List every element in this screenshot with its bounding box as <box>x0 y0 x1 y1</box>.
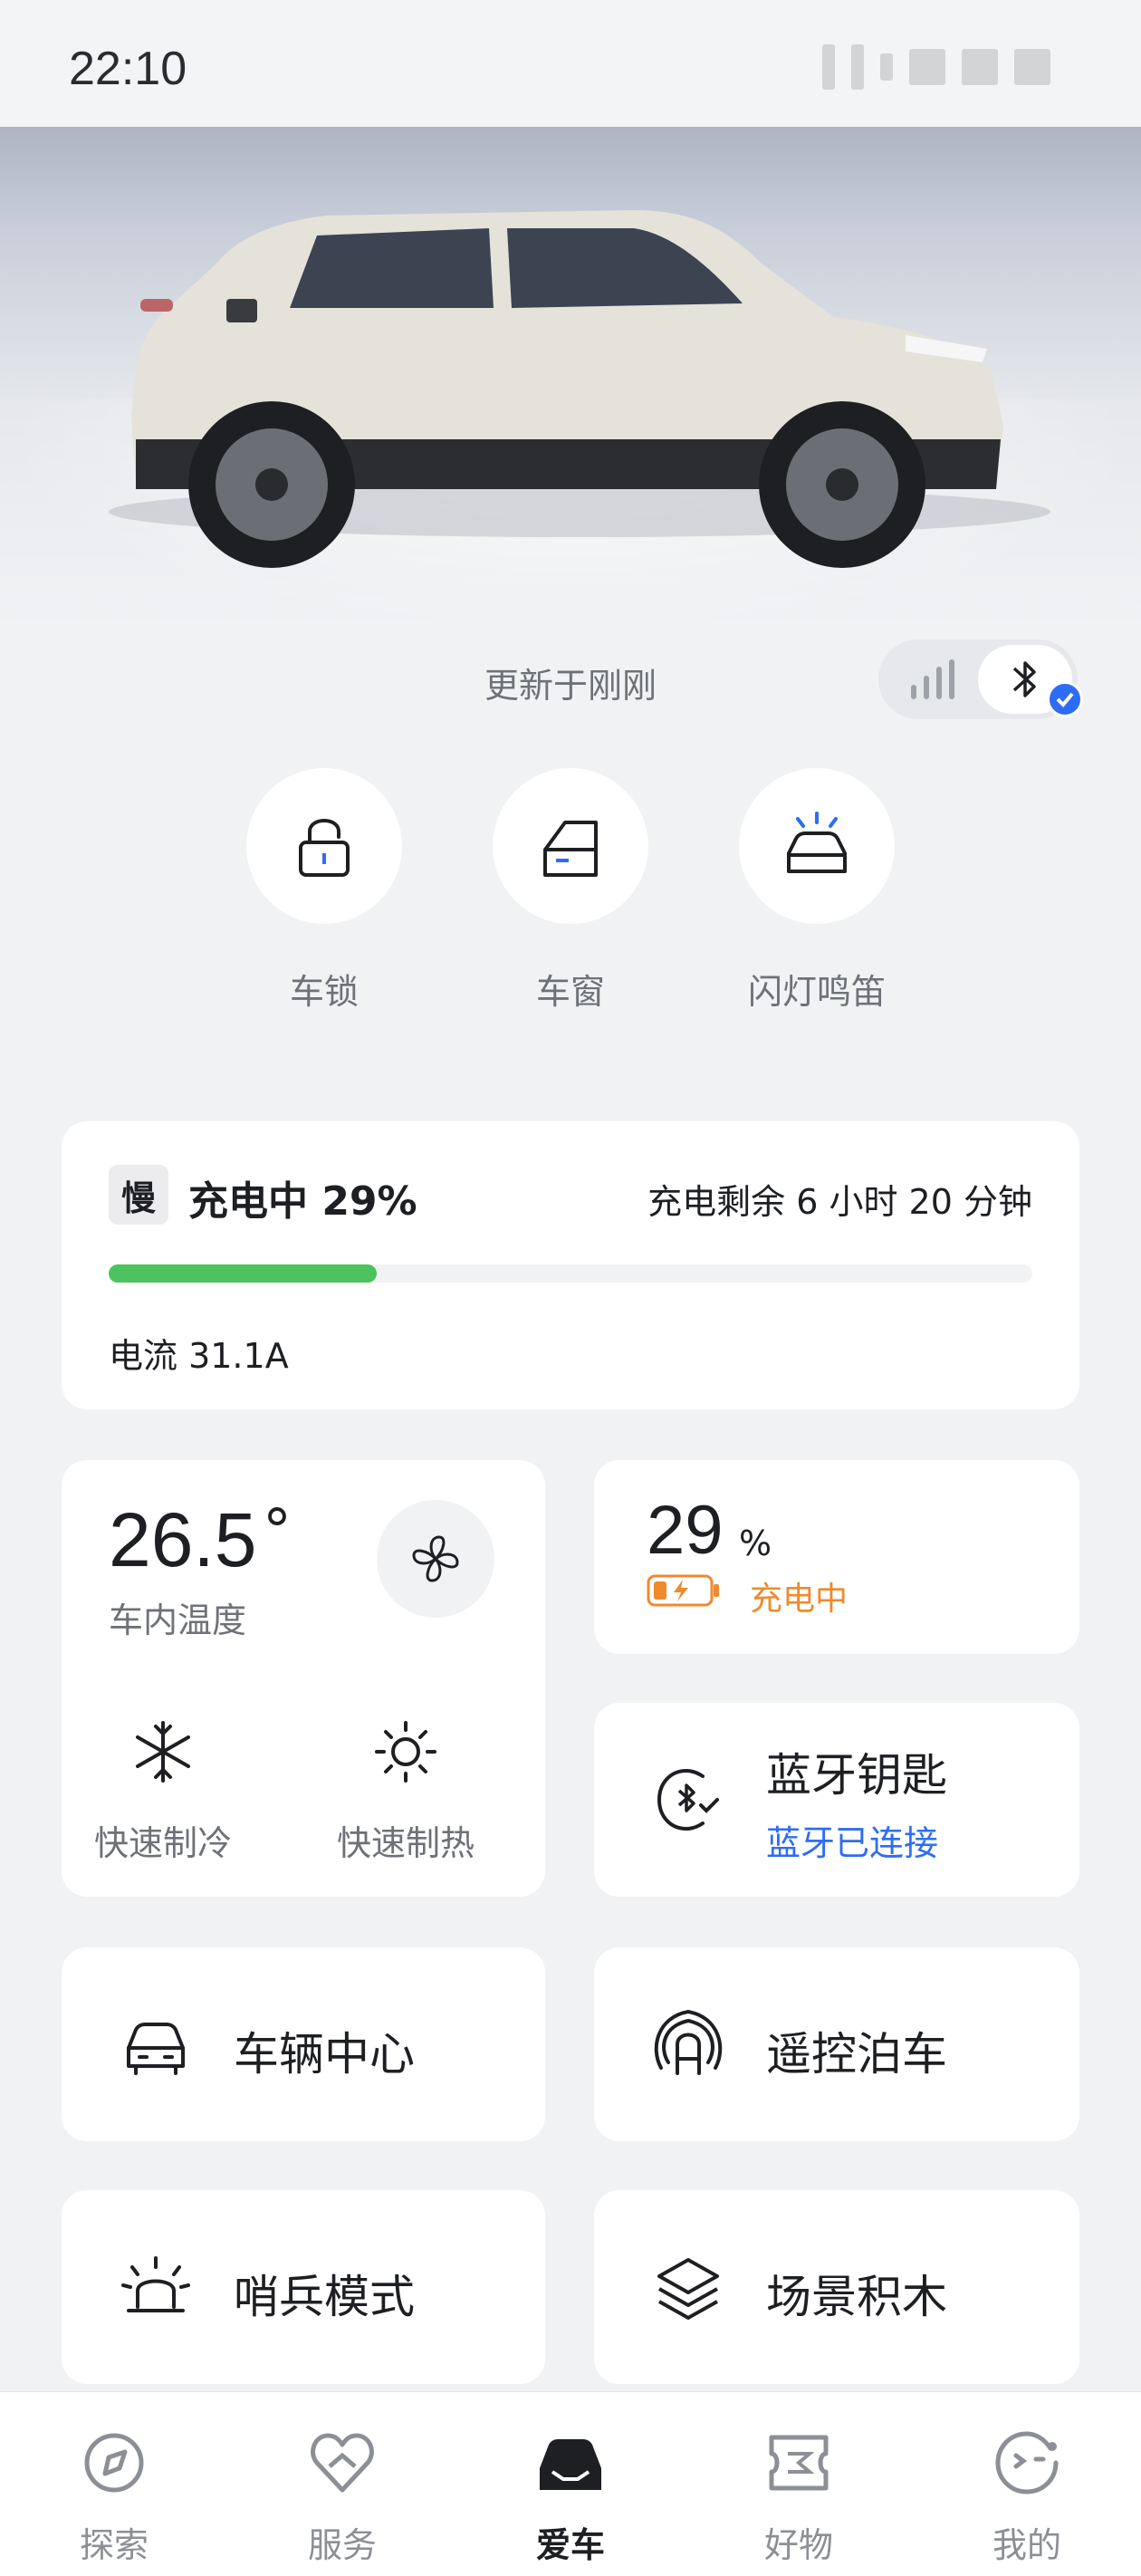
car-illustration <box>109 210 1050 568</box>
charging-remaining-time: 充电剩余 6 小时 20 分钟 <box>647 1182 1032 1222</box>
layers-icon <box>657 2258 719 2320</box>
battery-status: 充电中 <box>750 1581 849 1618</box>
profile-face-icon <box>995 2431 1059 2494</box>
fan-icon <box>412 1535 459 1582</box>
remote-parking-tile[interactable]: 遥控泊车 <box>594 1947 1079 2141</box>
bluetooth-key-title: 蓝牙钥匙 <box>766 1749 947 1802</box>
cabin-temperature-value: 26.5 <box>109 1497 257 1582</box>
signal-bars-icon <box>911 659 965 699</box>
slow-charge-badge: 慢 <box>109 1165 168 1225</box>
quick-action-flash-horn[interactable]: 闪灯鸣笛 <box>739 768 895 1014</box>
scene-blocks-tile[interactable]: 场景积木 <box>594 2190 1079 2384</box>
connection-toggle[interactable] <box>878 639 1083 719</box>
tab-service[interactable]: 服务 <box>270 2427 415 2567</box>
status-bar: 22:10 <box>0 0 1141 127</box>
tab-label: 服务 <box>307 2525 377 2565</box>
quick-action-window[interactable]: 车窗 <box>493 768 648 1014</box>
system-icons <box>761 43 1050 91</box>
tile-title: 车辆中心 <box>234 2028 415 2081</box>
tab-car[interactable]: 爱车 <box>498 2427 643 2567</box>
snowflake-icon <box>136 1721 190 1783</box>
explore-icon <box>84 2433 144 2493</box>
tab-label: 爱车 <box>535 2525 605 2565</box>
tab-explore[interactable]: 探索 <box>42 2427 187 2567</box>
degree-symbol: ° <box>263 1498 292 1565</box>
status-time: 22:10 <box>69 43 187 95</box>
bluetooth-key-card[interactable]: 蓝牙钥匙 蓝牙已连接 <box>594 1703 1079 1897</box>
tile-title: 哨兵模式 <box>234 2271 415 2323</box>
battery-percent-value: 29 <box>647 1492 724 1569</box>
tab-label: 探索 <box>79 2525 149 2565</box>
sentry-mode-tile[interactable]: 哨兵模式 <box>62 2190 545 2384</box>
tab-profile[interactable]: 我的 <box>954 2427 1099 2567</box>
mode-label: 快速制冷 <box>93 1823 232 1863</box>
charging-progress-bar <box>109 1264 1032 1283</box>
battery-charging-icon <box>647 1574 719 1607</box>
tab-label: 好物 <box>763 2525 833 2565</box>
fan-button[interactable] <box>377 1500 494 1618</box>
lock-icon <box>299 819 350 877</box>
battery-card[interactable]: 29 % 充电中 <box>594 1460 1079 1654</box>
charging-current: 电流 31.1A <box>109 1336 289 1376</box>
quick-action-lock[interactable]: 车锁 <box>246 768 402 1014</box>
car-icon <box>540 2439 601 2490</box>
bottom-tab-bar: 探索 服务 爱车 好物 我的 <box>0 2391 1141 2576</box>
quick-heat-button[interactable]: 快速制热 <box>324 1716 487 1865</box>
window-button[interactable] <box>493 768 648 924</box>
sun-icon <box>375 1721 436 1783</box>
tab-label: 我的 <box>992 2525 1061 2565</box>
charging-progress-fill <box>109 1264 377 1283</box>
tile-title: 场景积木 <box>766 2271 947 2323</box>
bluetooth-key-icon <box>657 1768 719 1831</box>
mode-label: 快速制热 <box>336 1823 475 1863</box>
quick-cool-button[interactable]: 快速制冷 <box>82 1716 244 1865</box>
climate-card[interactable]: 26.5 ° 车内温度 快速制冷 快速制热 <box>62 1460 545 1897</box>
car-hero-image <box>0 127 1141 634</box>
charging-title: 充电中 29% <box>188 1178 417 1225</box>
cabin-temperature-label: 车内温度 <box>109 1600 247 1640</box>
battery-percent-unit: % <box>739 1523 772 1563</box>
sentry-alarm-icon <box>121 2256 190 2312</box>
quick-action-label: 车窗 <box>535 972 605 1012</box>
tab-goods[interactable]: 好物 <box>726 2427 871 2567</box>
car-flash-horn-icon <box>787 812 847 873</box>
tile-title: 遥控泊车 <box>766 2028 947 2081</box>
ticket-icon <box>769 2435 829 2491</box>
charging-card[interactable]: 慢 充电中 29% 充电剩余 6 小时 20 分钟 电流 31.1A <box>62 1121 1079 1409</box>
quick-action-label: 闪灯鸣笛 <box>747 972 886 1012</box>
vehicle-center-tile[interactable]: 车辆中心 <box>62 1947 545 2141</box>
bluetooth-key-status: 蓝牙已连接 <box>766 1823 939 1863</box>
flash-horn-button[interactable] <box>739 768 895 924</box>
car-window-icon <box>543 821 598 877</box>
car-front-icon <box>127 2023 185 2075</box>
quick-action-label: 车锁 <box>289 972 359 1012</box>
remote-parking-icon <box>654 2009 723 2075</box>
lock-button[interactable] <box>246 768 402 924</box>
check-badge-icon <box>1047 681 1083 717</box>
service-heart-icon <box>311 2433 374 2493</box>
